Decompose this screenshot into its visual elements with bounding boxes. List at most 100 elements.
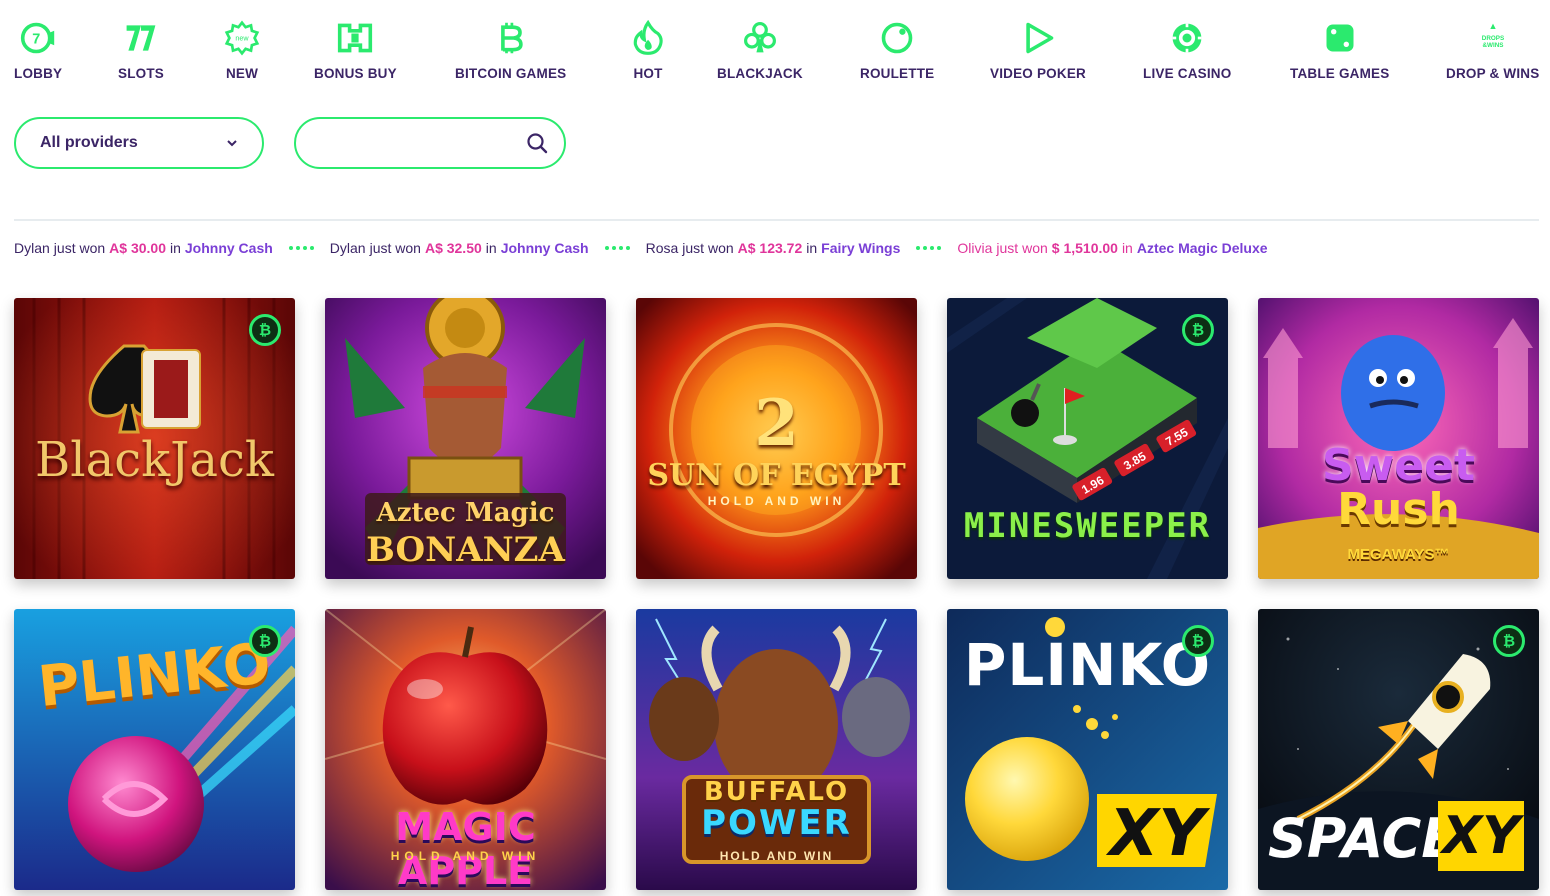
game-title-2: BONANZA	[366, 530, 565, 570]
nav-item-table-games[interactable]: TABLE GAMES	[1290, 18, 1389, 81]
ticker-item: Dylan just won A$ 32.50 in Johnny Cash	[330, 240, 589, 256]
svg-text:DROPS: DROPS	[1482, 35, 1504, 42]
game-title-2: XY	[1109, 797, 1205, 871]
win-amount: A$ 123.72	[737, 240, 803, 256]
game-tile-magic-apple[interactable]: MAGIC APPLE HOLD AND WIN	[325, 609, 606, 890]
winner-name: Rosa	[645, 240, 679, 256]
nav-label: ROULETTE	[860, 66, 935, 81]
nav-label: BONUS BUY	[314, 66, 397, 81]
ticker-separator	[604, 246, 630, 250]
nav-item-hot[interactable]: HOT	[628, 18, 668, 81]
category-nav: 7 LOBBY SLOTS new NEW BONUS BUY BITCOIN …	[0, 0, 1550, 95]
game-title-2: SUN OF EGYPT	[647, 458, 906, 493]
win-amount: $ 1,510.00	[1051, 240, 1118, 256]
nav-label: DROP & WINS	[1446, 66, 1540, 81]
drops-wins-icon: DROPS &WINS	[1473, 18, 1513, 58]
svg-text:&WINS: &WINS	[1482, 42, 1503, 49]
nav-item-live-casino[interactable]: LIVE CASINO	[1143, 18, 1231, 81]
divider	[14, 219, 1539, 221]
bitcoin-icon: ₿	[249, 625, 281, 657]
winner-verb: just won	[53, 240, 106, 256]
game-title-2: POWER	[701, 803, 852, 843]
dice-icon	[1320, 18, 1360, 58]
nav-label: LOBBY	[14, 66, 63, 81]
game-subtitle: MEGAWAYS™	[1347, 546, 1450, 563]
nav-item-video-poker[interactable]: VIDEO POKER	[990, 18, 1086, 81]
game-title: 2	[754, 386, 799, 461]
search-icon[interactable]	[526, 132, 548, 154]
bitcoin-icon: ₿	[1182, 314, 1214, 346]
nav-item-new[interactable]: new NEW	[222, 18, 262, 81]
winner-name: Olivia	[957, 240, 993, 256]
nav-label: NEW	[225, 66, 259, 81]
game-title-2: XY	[1438, 801, 1524, 871]
win-game-link[interactable]: Johnny Cash	[501, 240, 589, 256]
bonus-buy-icon	[335, 18, 375, 58]
game-subtitle: HOLD AND WIN	[719, 849, 834, 863]
win-game-link[interactable]: Aztec Magic Deluxe	[1137, 240, 1268, 256]
search-input[interactable]	[316, 131, 516, 157]
game-tile-plinko[interactable]: PLINKO ₿	[14, 609, 295, 890]
new-icon: new	[222, 18, 262, 58]
svg-text:7: 7	[32, 31, 40, 47]
sweet-rush-artwork	[1258, 298, 1539, 579]
game-subtitle: HOLD AND WIN	[707, 494, 846, 508]
provider-select[interactable]: All providers	[14, 117, 264, 169]
game-tile-plinko-xy[interactable]: PLINKO XY ₿	[947, 609, 1228, 890]
slots-icon	[121, 18, 161, 58]
game-tile-blackjack[interactable]: BlackJack ₿	[14, 298, 295, 579]
win-game-link[interactable]: Fairy Wings	[821, 240, 900, 256]
nav-item-blackjack[interactable]: BLACKJACK	[717, 18, 803, 81]
nav-label: VIDEO POKER	[990, 66, 1086, 81]
nav-item-lobby[interactable]: 7 LOBBY	[14, 18, 62, 81]
nav-item-roulette[interactable]: ROULETTE	[860, 18, 934, 81]
search-box	[294, 117, 566, 169]
winner-verb: just won	[996, 240, 1048, 256]
game-tile-buffalo-power[interactable]: BUFFALO POWER HOLD AND WIN	[636, 609, 917, 890]
bitcoin-icon: ₿	[1493, 625, 1525, 657]
win-game-link[interactable]: Johnny Cash	[185, 240, 273, 256]
chevron-down-icon	[227, 140, 237, 147]
game-title: MAGIC APPLE	[395, 805, 536, 890]
nav-label: BLACKJACK	[717, 66, 803, 81]
ticker-item: Olivia just won $ 1,510.00 in Aztec Magi…	[957, 240, 1267, 256]
club-icon	[740, 18, 780, 58]
game-title: SPACE	[1268, 807, 1459, 870]
game-title: MINESWEEPER	[963, 506, 1212, 546]
game-tile-sweet-rush-megaways[interactable]: Sweet Rush MEGAWAYS™	[1258, 298, 1539, 579]
ticker-item: Rosa just won A$ 123.72 in Fairy Wings	[646, 240, 901, 256]
win-in: in	[1121, 240, 1133, 256]
ticker-separator	[916, 246, 942, 250]
bitcoin-icon: ₿	[1182, 625, 1214, 657]
nav-label: HOT	[633, 66, 663, 81]
game-tile-sun-of-egypt-2[interactable]: 2 SUN OF EGYPT HOLD AND WIN	[636, 298, 917, 579]
bitcoin-icon: ₿	[249, 314, 281, 346]
provider-select-value: All providers	[40, 134, 138, 151]
game-title: Aztec Magic	[376, 498, 555, 528]
game-tile-space-xy[interactable]: SPACE XY ₿	[1258, 609, 1539, 890]
win-amount: A$ 30.00	[109, 240, 166, 256]
winner-verb: just won	[682, 240, 734, 256]
winner-name: Dylan	[14, 240, 50, 256]
nav-item-bonus-buy[interactable]: BONUS BUY	[314, 18, 397, 81]
nav-label: TABLE GAMES	[1290, 66, 1390, 81]
chip-icon	[1167, 18, 1207, 58]
nav-label: SLOTS	[118, 66, 165, 81]
nav-label: BITCOIN GAMES	[455, 66, 567, 81]
nav-item-bitcoin-games[interactable]: BITCOIN GAMES	[455, 18, 566, 81]
nav-item-slots[interactable]: SLOTS	[118, 18, 164, 81]
win-amount: A$ 32.50	[424, 240, 482, 256]
filters-bar: All providers	[14, 117, 574, 169]
winner-verb: just won	[369, 240, 421, 256]
nav-item-drop-wins[interactable]: DROPS &WINS DROP & WINS	[1446, 18, 1539, 81]
flame-icon	[628, 18, 668, 58]
game-subtitle: HOLD AND WIN	[390, 849, 541, 863]
game-tile-minesweeper[interactable]: 1.96 3.85 7.55 MINESWEEPER ₿	[947, 298, 1228, 579]
game-title-2: Rush	[1337, 484, 1460, 535]
roulette-icon	[877, 18, 917, 58]
buffalo-power-artwork	[636, 609, 917, 890]
game-tile-aztec-magic-bonanza[interactable]: Aztec Magic BONANZA	[325, 298, 606, 579]
nav-label: LIVE CASINO	[1143, 66, 1232, 81]
winner-name: Dylan	[329, 240, 366, 256]
win-in: in	[485, 240, 497, 256]
